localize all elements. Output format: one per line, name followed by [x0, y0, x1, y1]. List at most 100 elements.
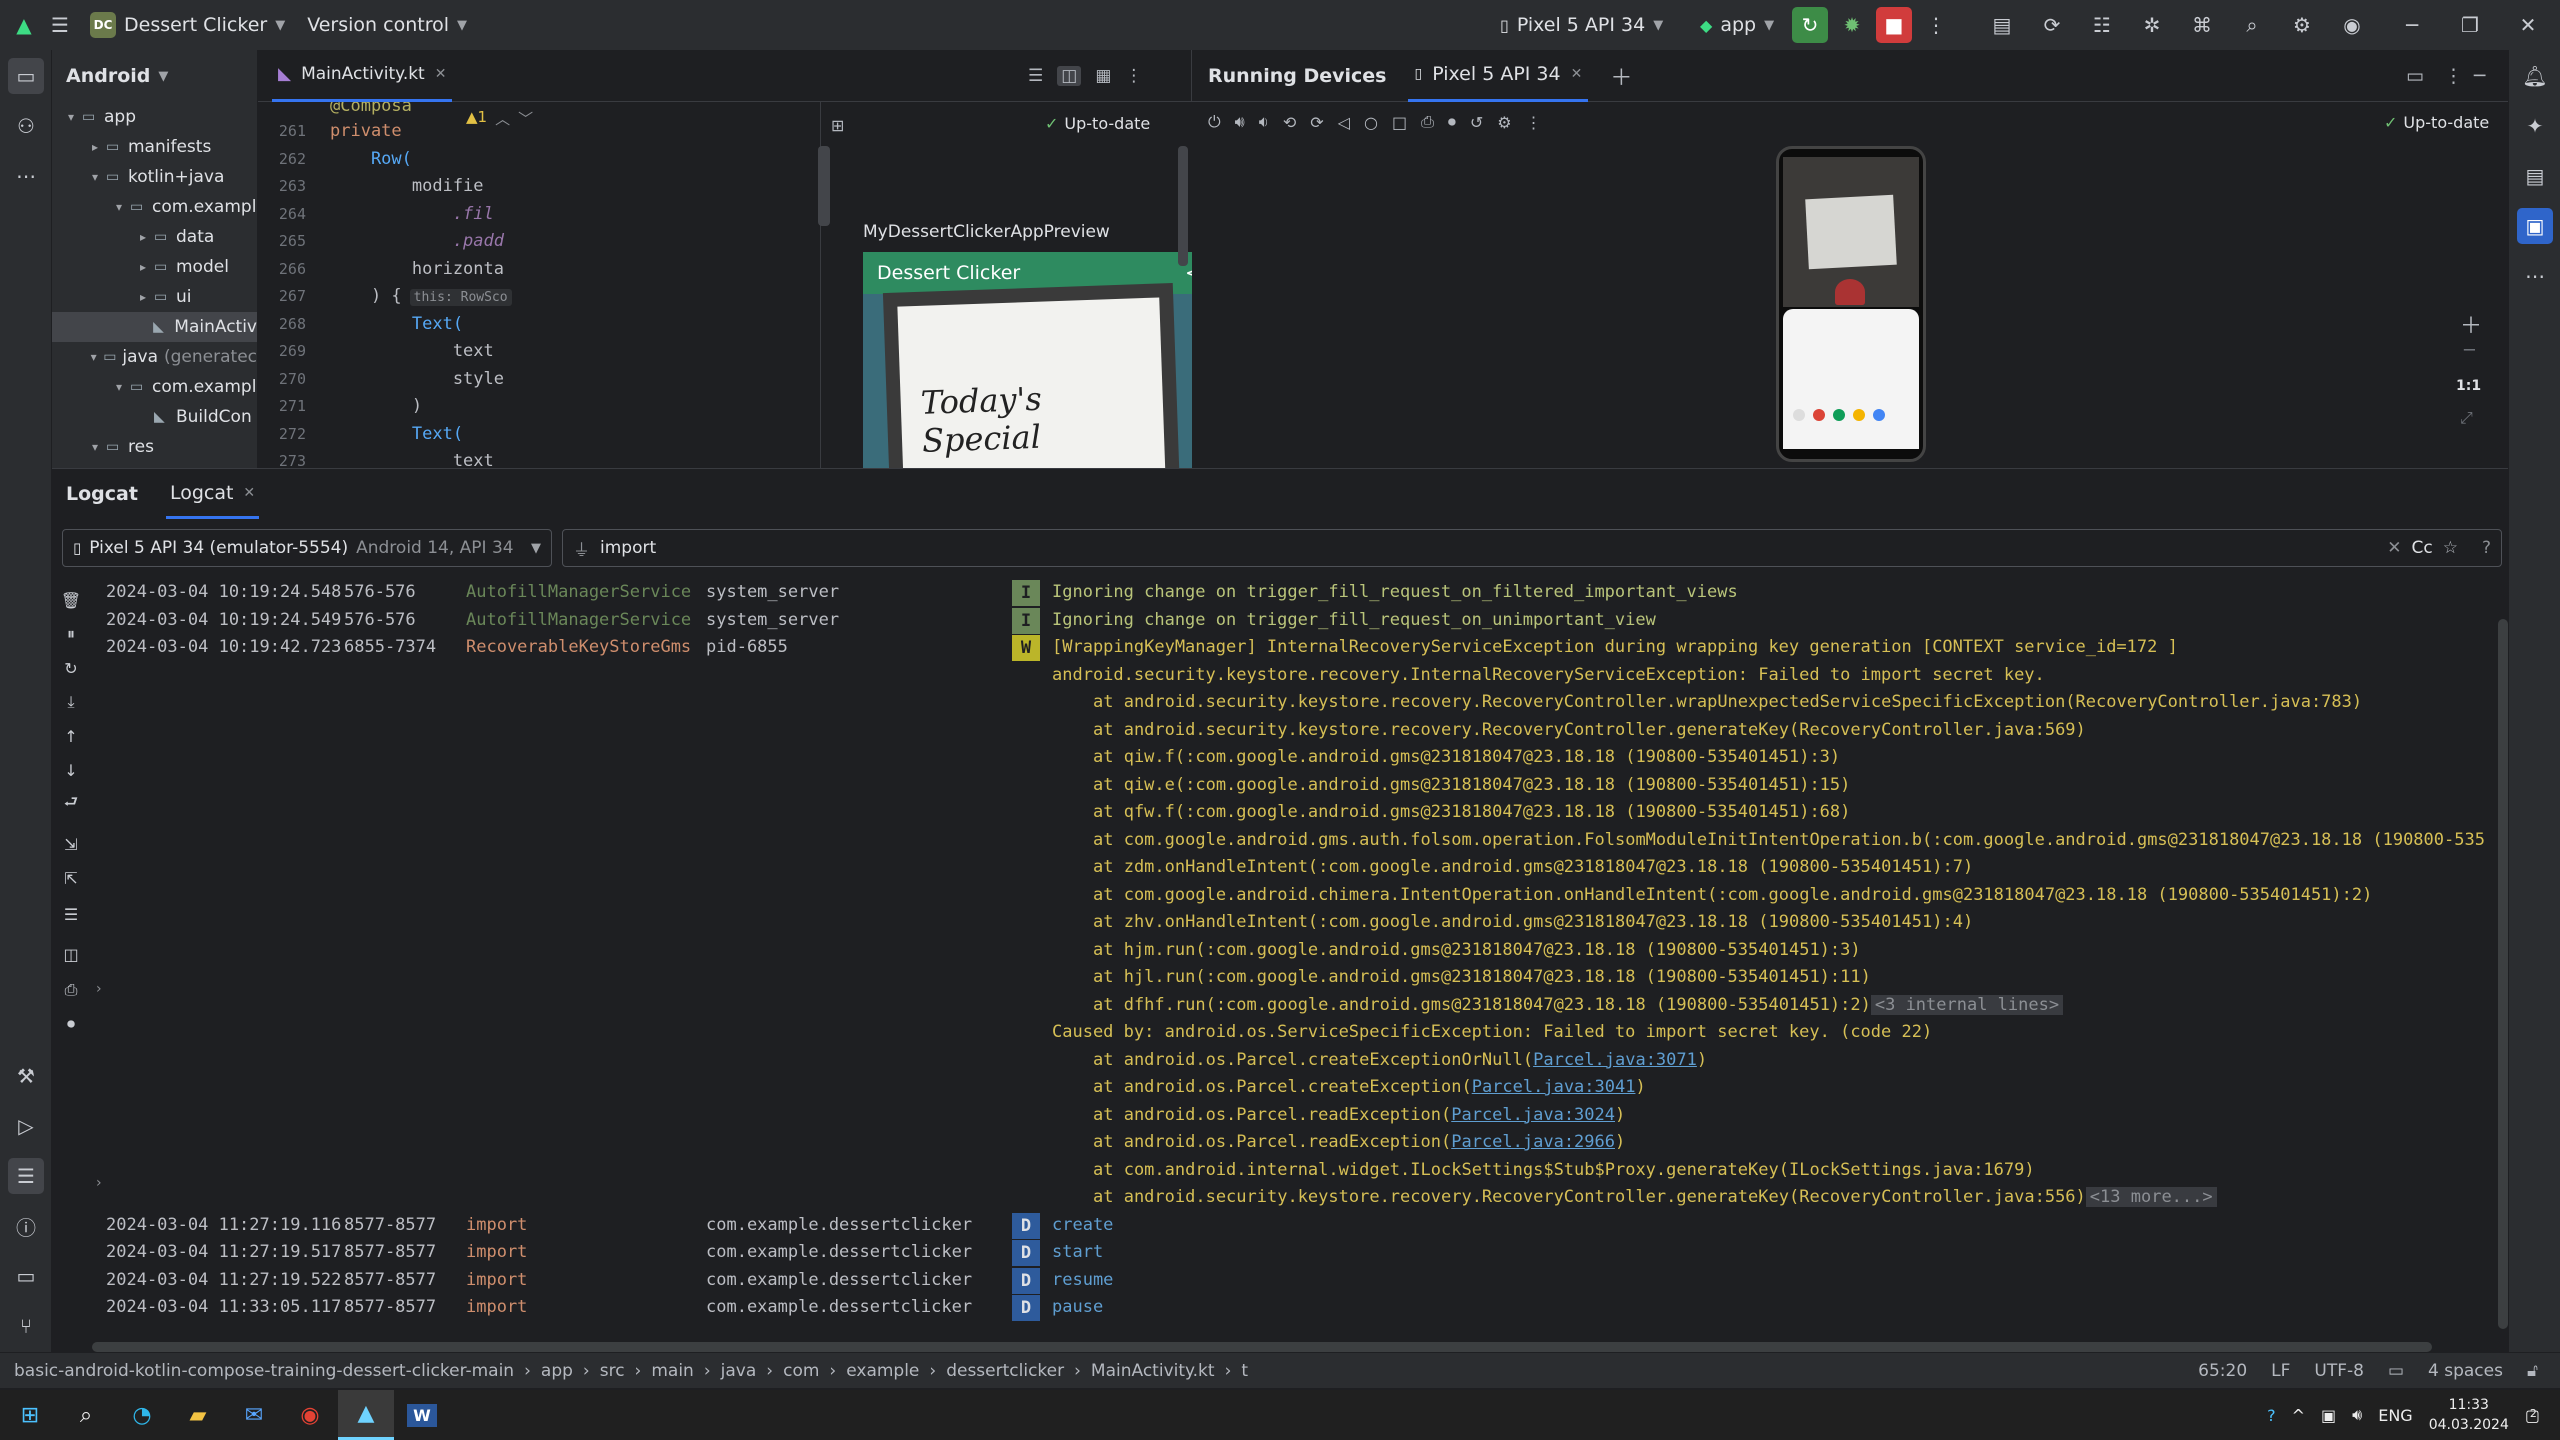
project-tool-icon[interactable]: ▭	[8, 58, 44, 94]
clear-logcat-icon[interactable]: 🗑︎	[54, 585, 88, 615]
memory-indicator-icon[interactable]: ▭	[2388, 1361, 2404, 1381]
expand-icon[interactable]: ›	[96, 1175, 102, 1191]
input-language[interactable]: ENG	[2378, 1406, 2412, 1425]
tree-item[interactable]: ▾ ▭ app	[52, 102, 257, 132]
export-icon[interactable]: ⇱	[54, 863, 88, 893]
log-entry[interactable]: 2024-03-04 11:27:19.116 8577-8577 import co…	[106, 1212, 2546, 1240]
caret-position[interactable]: 65:20	[2198, 1361, 2247, 1381]
maximize-icon[interactable]: ▭	[2406, 65, 2424, 87]
logcat-tool-icon[interactable]: ☰	[8, 1158, 44, 1194]
restore-window-icon[interactable]: ❐	[2452, 7, 2488, 43]
tree-item[interactable]: ▾ ▭ com.exampl	[52, 372, 257, 402]
screen-record-icon[interactable]: ⏺	[54, 1009, 88, 1039]
breadcrumb-item[interactable]: com	[783, 1361, 819, 1381]
next-occurrence-icon[interactable]: ↓	[54, 755, 88, 785]
problems-tool-icon[interactable]: ⓘ	[8, 1208, 44, 1244]
overview-icon[interactable]: □	[1392, 113, 1407, 132]
log-entry[interactable]: 2024-03-04 11:27:19.517 8577-8577 import co…	[106, 1239, 2546, 1267]
close-tab-icon[interactable]: ✕	[243, 485, 255, 501]
expand-icon[interactable]: ›	[96, 981, 102, 997]
more-icon[interactable]: ⋮	[1526, 113, 1542, 132]
chevron-right-icon[interactable]: ▸	[132, 290, 154, 304]
more-icon[interactable]: ⋮	[2444, 65, 2463, 87]
screen-capture-icon[interactable]: ⎙	[54, 975, 88, 1005]
device-screen[interactable]	[1776, 146, 1926, 462]
source-link[interactable]: Parcel.java:2966	[1451, 1132, 1615, 1152]
volume-up-icon[interactable]: 🔊︎	[1235, 112, 1245, 132]
sdk-manager-icon[interactable]: ☷	[2084, 7, 2120, 43]
breadcrumb-item[interactable]: java	[721, 1361, 757, 1381]
close-window-icon[interactable]: ✕	[2510, 7, 2546, 43]
version-control-menu[interactable]: Version control ▼	[307, 14, 467, 36]
breadcrumb-item[interactable]: t	[1241, 1361, 1248, 1381]
help-icon[interactable]: ?	[2267, 1406, 2276, 1425]
screenshot-icon[interactable]: ⎙	[1421, 112, 1434, 132]
device-manager-icon[interactable]: ▤	[1984, 7, 2020, 43]
source-link[interactable]: Parcel.java:3041	[1472, 1077, 1636, 1097]
previous-occurrence-icon[interactable]: ↑	[54, 721, 88, 751]
android-studio-taskbar-icon[interactable]: ▲	[338, 1390, 394, 1440]
tree-item[interactable]: ▸ ▭ model	[52, 252, 257, 282]
favorite-filter-icon[interactable]: ☆	[2443, 538, 2458, 558]
zoom-fit-icon[interactable]: ⤢	[2460, 408, 2473, 428]
log-entry[interactable]: 2024-03-04 10:19:42.723 6855-7374 Recovera…	[106, 634, 2546, 662]
tab-logcat[interactable]: Logcat ✕	[165, 469, 260, 519]
folded-lines[interactable]: <13 more...>	[2085, 1187, 2217, 1207]
power-icon[interactable]: ⏻	[1208, 112, 1221, 132]
clock[interactable]: 11:33 04.03.2024	[2429, 1395, 2509, 1435]
device-process-selector[interactable]: ▯ Pixel 5 API 34 (emulator-5554) Android…	[62, 529, 552, 567]
back-icon[interactable]: ◁	[1338, 113, 1350, 132]
git-tool-icon[interactable]: ⑂	[8, 1308, 44, 1344]
account-icon[interactable]: ◉	[2334, 7, 2370, 43]
gradle-icon[interactable]: ⌘	[2184, 7, 2220, 43]
search-icon[interactable]: ⌕	[58, 1390, 114, 1440]
apply-changes-restart-icon[interactable]: ↻	[1792, 7, 1828, 43]
close-tab-icon[interactable]: ✕	[435, 66, 447, 82]
breadcrumb-item[interactable]: app	[541, 1361, 573, 1381]
format-options-icon[interactable]: ☰	[54, 899, 88, 929]
import-icon[interactable]: ⇲	[54, 829, 88, 859]
edge-icon[interactable]: ◔	[114, 1390, 170, 1440]
zoom-actual-size[interactable]: 1:1	[2456, 378, 2481, 394]
log-entry[interactable]: 2024-03-04 10:19:24.548 576-576 AutofillMa…	[106, 579, 2546, 607]
tree-item[interactable]: ▾ ▭ res	[52, 432, 257, 462]
more-tools-icon[interactable]: ⋯	[2517, 258, 2553, 294]
more-tools-icon[interactable]: ⋯	[8, 158, 44, 194]
file-encoding[interactable]: UTF-8	[2314, 1361, 2364, 1381]
zoom-in-icon[interactable]: ＋	[2460, 308, 2482, 340]
breadcrumb-item[interactable]: example	[846, 1361, 919, 1381]
logcat-vertical-scrollbar[interactable]	[2498, 619, 2508, 1329]
match-case-toggle[interactable]: Cc	[2412, 538, 2433, 558]
split-panels-icon[interactable]: ◫	[54, 939, 88, 969]
logcat-filter-input[interactable]: ⏚ import ✕ Cc ☆ ?	[562, 529, 2502, 567]
breadcrumb-item[interactable]: main	[651, 1361, 693, 1381]
network-icon[interactable]: ▣	[2321, 1406, 2336, 1425]
tree-item[interactable]: ▸ ▭ data	[52, 222, 257, 252]
help-icon[interactable]: ?	[2482, 538, 2491, 558]
tree-item[interactable]: ◣ BuildCon	[52, 402, 257, 432]
breadcrumb-item[interactable]: MainActivity.kt	[1091, 1361, 1215, 1381]
tree-item[interactable]: ▸ ▭ ui	[52, 282, 257, 312]
chrome-icon[interactable]: ◉	[282, 1390, 338, 1440]
more-actions-icon[interactable]: ⋮	[1918, 7, 1954, 43]
logcat-horizontal-scrollbar[interactable]	[92, 1342, 2432, 1352]
design-view-icon[interactable]: ▦	[1095, 66, 1111, 86]
breadcrumb-item[interactable]: dessertclicker	[946, 1361, 1064, 1381]
chevron-down-icon[interactable]: ▾	[84, 440, 106, 454]
notifications-icon[interactable]: 🔔︎	[2517, 58, 2553, 94]
minimize-window-icon[interactable]: ─	[2394, 7, 2430, 43]
file-explorer-icon[interactable]: ▰	[170, 1390, 226, 1440]
tree-item[interactable]: ▸ ▭ manifests	[52, 132, 257, 162]
preview-scrollbar[interactable]	[1178, 146, 1188, 266]
scroll-to-end-icon[interactable]: ⤓	[54, 687, 88, 717]
tray-overflow-icon[interactable]: ^	[2292, 1406, 2305, 1425]
read-only-lock-icon[interactable]: 🔓︎	[2527, 1361, 2538, 1381]
rotate-right-icon[interactable]: ⟳	[1310, 113, 1323, 132]
hide-icon[interactable]: ─	[2474, 65, 2485, 87]
chevron-down-icon[interactable]: ▾	[60, 110, 82, 124]
chevron-down-icon[interactable]: ▾	[84, 170, 106, 184]
split-view-icon[interactable]: ◫	[1057, 65, 1082, 86]
more-icon[interactable]: ⋮	[1125, 66, 1142, 86]
gemini-icon[interactable]: ✦	[2517, 108, 2553, 144]
snapshot-icon[interactable]: ↺	[1470, 113, 1483, 132]
